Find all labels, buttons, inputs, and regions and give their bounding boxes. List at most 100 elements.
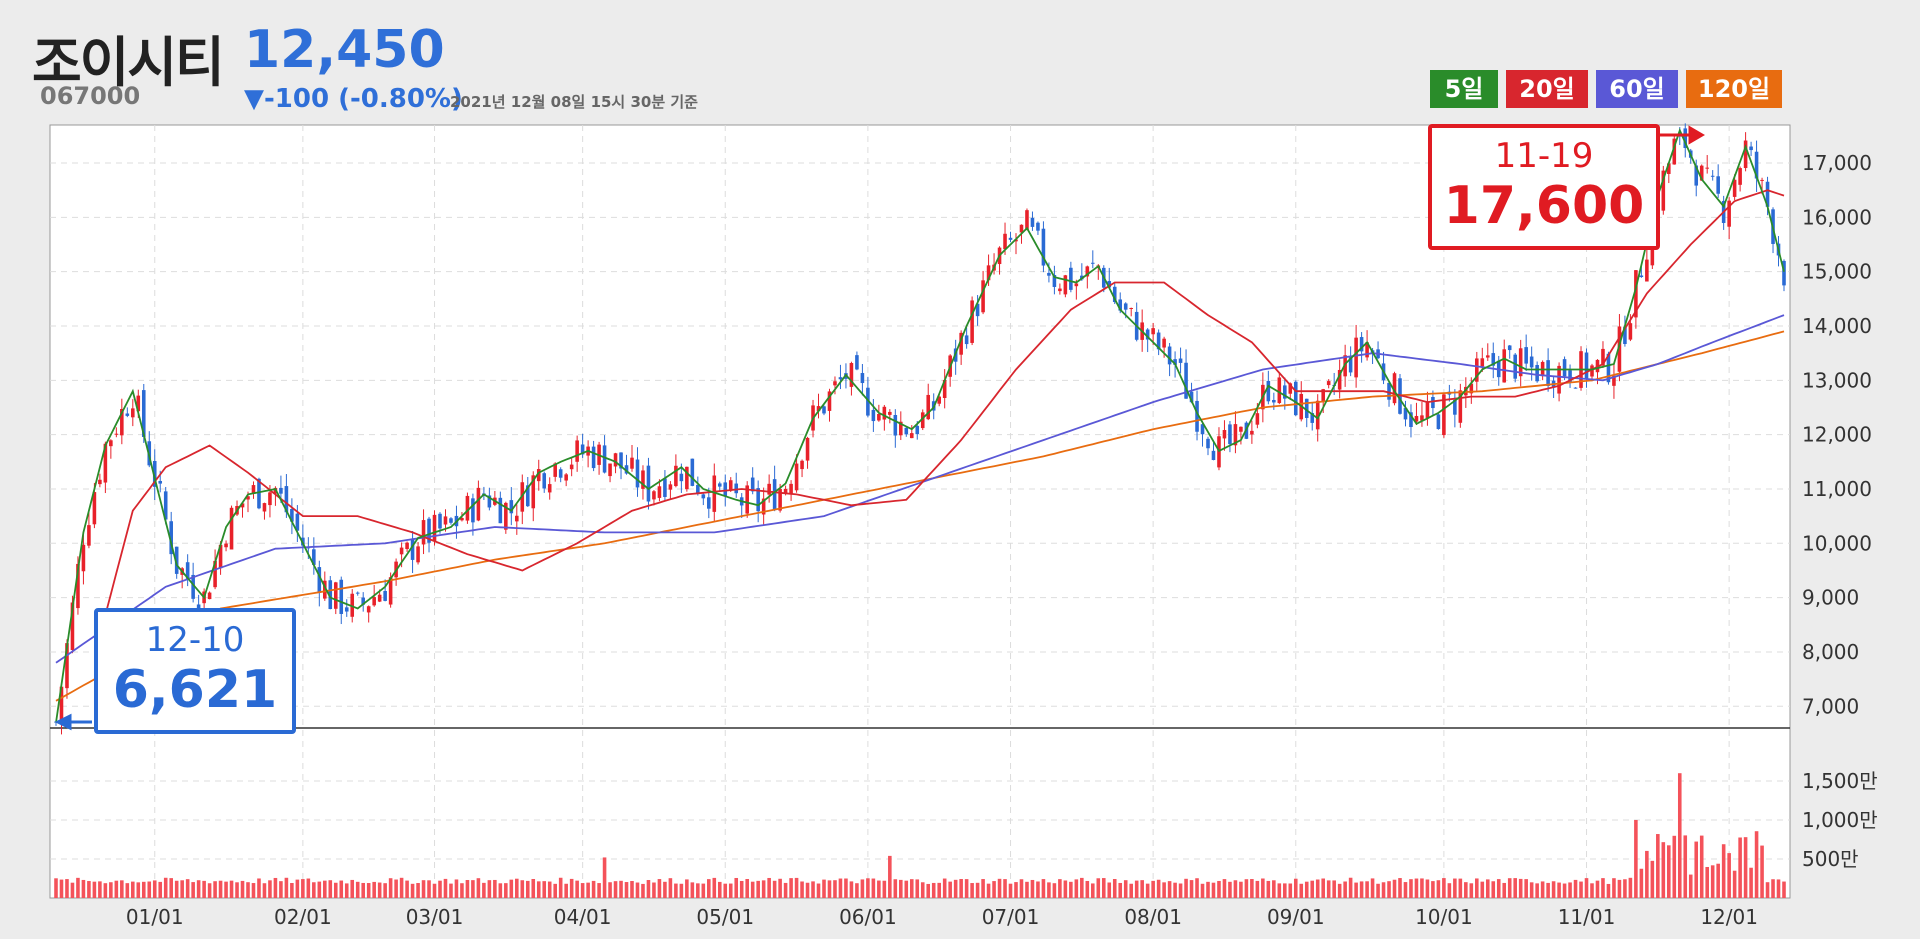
candle-body [652, 491, 656, 500]
volume-bar [915, 879, 920, 898]
volume-bar [701, 883, 706, 898]
candle-body [1705, 167, 1709, 169]
volume-bar [959, 879, 963, 898]
volume-bar [1272, 880, 1276, 898]
volume-bar [185, 879, 190, 898]
volume-bar [1453, 878, 1457, 898]
volume-bar [207, 883, 212, 898]
volume-bar [728, 883, 733, 898]
volume-bar [707, 879, 711, 898]
volume-bar [586, 882, 590, 898]
volume-bar [1771, 879, 1775, 898]
volume-bar [1524, 879, 1528, 898]
candle-body [871, 409, 876, 422]
volume-bar [1189, 880, 1194, 898]
volume-bar [1156, 879, 1161, 898]
volume-bar [1782, 881, 1786, 898]
volume-bar [1601, 878, 1605, 898]
candle-body [679, 473, 684, 482]
volume-bar [432, 883, 437, 898]
candle-body [333, 582, 338, 609]
volume-bar [268, 880, 272, 898]
volume-bar [1458, 878, 1463, 898]
candle-body [723, 482, 728, 497]
candle-body [663, 478, 667, 497]
volume-bar [948, 881, 952, 898]
candle-body [449, 518, 453, 523]
candle-body [1760, 179, 1764, 181]
candle-body [207, 592, 212, 600]
candle-body [229, 507, 234, 550]
volume-bar [1546, 882, 1550, 898]
candle-body [728, 480, 733, 490]
volume-bar [493, 879, 497, 898]
volume-bar [964, 879, 969, 898]
candle-body [81, 544, 86, 572]
candle-body [1272, 399, 1276, 403]
candle-body [515, 515, 519, 522]
candle-body [383, 590, 387, 601]
volume-bar [1765, 882, 1770, 898]
volume-bar [1370, 878, 1375, 898]
volume-bar [224, 881, 228, 898]
volume-bar [1699, 835, 1704, 898]
volume-bar [1277, 883, 1282, 898]
volume-bar [59, 879, 64, 898]
volume-bar [542, 881, 547, 898]
volume-bar [1672, 835, 1677, 898]
volume-bar [1535, 883, 1539, 898]
volume-bar [1529, 882, 1534, 898]
volume-bar [1304, 881, 1309, 898]
time-tick-label: 09/01 [1267, 905, 1325, 929]
volume-bar [1392, 879, 1397, 898]
volume-bar [65, 879, 69, 898]
candle-body [1562, 359, 1567, 377]
volume-bar [1425, 879, 1430, 898]
candle-body [608, 463, 612, 477]
volume-bar [509, 879, 514, 898]
price-tick-label: 7,000 [1802, 694, 1859, 718]
volume-bar [696, 883, 700, 898]
high-callout: 11-19 17,600 [1428, 124, 1660, 250]
volume-bar [1634, 820, 1638, 898]
candle-body [1255, 413, 1260, 425]
candle-body [1151, 328, 1155, 335]
candle-body [1228, 424, 1232, 445]
volume-bar [877, 880, 881, 898]
candle-body [416, 546, 420, 563]
candle-body [1431, 396, 1435, 409]
candle-body [443, 516, 448, 525]
volume-bar [1036, 881, 1040, 898]
volume-bar [163, 877, 168, 898]
candle-body [1069, 267, 1073, 290]
volume-tick-label: 500만 [1802, 847, 1859, 871]
volume-bar [789, 878, 793, 898]
volume-bar [1590, 883, 1594, 898]
candle-body [690, 458, 695, 486]
volume-tick-label: 1,000만 [1802, 808, 1878, 832]
volume-bar [937, 882, 941, 898]
time-tick-label: 02/01 [274, 905, 332, 929]
volume-bar [443, 878, 448, 898]
candle-body [964, 335, 969, 345]
volume-bar [218, 880, 223, 898]
candle-body [860, 373, 865, 384]
volume-bar [597, 883, 601, 898]
candle-body [498, 497, 503, 524]
volume-bar [1299, 883, 1304, 898]
volume-bar [1628, 877, 1633, 898]
volume-bar [465, 880, 470, 898]
volume-bar [641, 883, 645, 898]
candle-body [701, 494, 706, 499]
volume-bar [295, 879, 300, 898]
volume-bar [888, 855, 892, 898]
volume-bar [383, 883, 387, 898]
volume-bar [1222, 879, 1227, 898]
volume-bar [1705, 866, 1709, 898]
volume-bar [54, 878, 58, 898]
volume-bar [663, 881, 667, 898]
volume-bar [1716, 863, 1720, 898]
volume-bar [257, 878, 261, 898]
volume-bar [81, 879, 86, 898]
volume-bar [1069, 881, 1073, 898]
